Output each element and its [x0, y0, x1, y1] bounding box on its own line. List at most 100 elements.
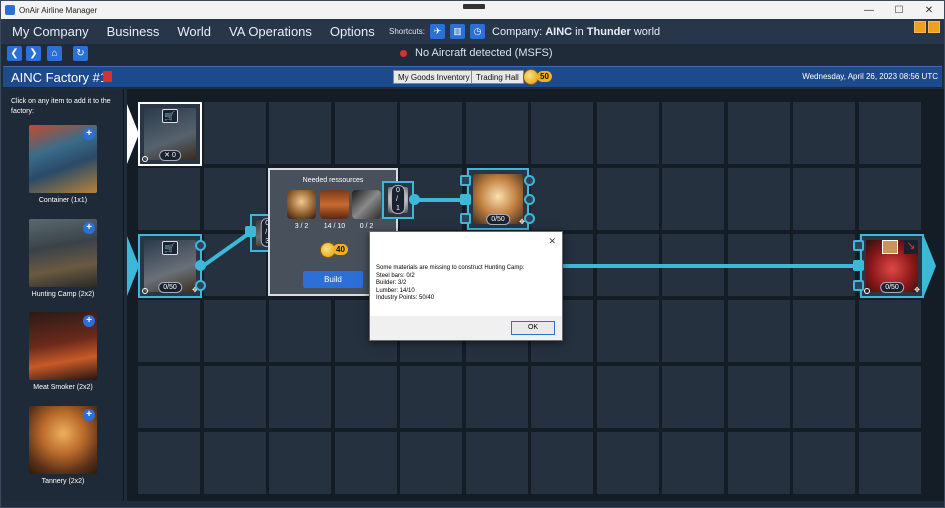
output-port[interactable]	[195, 260, 206, 271]
output-arrow	[924, 236, 936, 296]
gear-icon[interactable]	[864, 288, 870, 294]
node-count: 0/50	[158, 282, 182, 293]
menu-business[interactable]: Business	[98, 19, 169, 44]
sell-arrow-icon: ↘	[904, 240, 918, 254]
connector-line	[201, 230, 253, 268]
menu-options[interactable]: Options	[321, 19, 384, 44]
company-in-text: in	[575, 25, 584, 38]
home-icon[interactable]: ⌂	[47, 46, 62, 61]
company-prefix: Company:	[492, 25, 543, 38]
resources-title: Needed ressources	[302, 177, 364, 184]
palette-item-hunting-camp[interactable]: + Hunting Camp (2x2)	[29, 219, 97, 298]
palette-item-label: Meat Smoker (2x2)	[33, 384, 93, 391]
palette-item-label: Tannery (2x2)	[41, 478, 85, 485]
palette-item-label: Hunting Camp (2x2)	[31, 291, 95, 298]
palette-item-tannery[interactable]: + Tannery (2x2)	[29, 406, 97, 485]
status-dot-icon	[400, 49, 407, 57]
missing-materials-dialog: ✕ Some materials are missing to construc…	[369, 231, 563, 341]
close-window-button[interactable]: ✕	[914, 1, 944, 19]
world-name: Thunder	[586, 25, 631, 38]
dialog-line: Industry Points: 50/40	[376, 295, 435, 301]
factory-title: AINC Factory #1	[11, 70, 108, 85]
lumber-count: 14 / 10	[323, 223, 346, 230]
input-port[interactable]	[853, 240, 864, 251]
industry-points-badge: 50	[537, 71, 552, 82]
output-port[interactable]	[409, 194, 420, 205]
palette-item-container[interactable]: + Container (1x1)	[29, 125, 97, 204]
dialog-close-icon[interactable]: ✕	[548, 236, 556, 247]
gear-icon[interactable]	[142, 156, 148, 162]
pelt-node[interactable]: 0/50 ✥	[467, 168, 529, 230]
goods-inventory-button[interactable]: My Goods Inventory	[393, 70, 475, 84]
dialog-line: Some materials are missing to construct …	[376, 265, 525, 271]
corner-button-1[interactable]	[914, 21, 926, 33]
world-suffix: world	[633, 25, 661, 38]
output-port[interactable]	[195, 280, 206, 291]
back-button[interactable]: ❮	[7, 46, 22, 61]
palette-item-label: Container (1x1)	[38, 197, 88, 204]
shortcut-clock-icon[interactable]: ◷	[470, 24, 486, 39]
hunting-camp-icon: +	[29, 219, 97, 287]
meat-node[interactable]: ↘ 0/50 ✥	[860, 234, 924, 298]
input-port[interactable]	[460, 175, 471, 186]
trading-hall-button[interactable]: Trading Hall	[471, 70, 524, 84]
lumber-icon	[320, 190, 349, 219]
gear-icon[interactable]	[142, 288, 148, 294]
tannery-icon: +	[29, 406, 97, 474]
add-icon[interactable]: +	[83, 315, 95, 327]
status-text: No Aircraft detected (MSFS)	[415, 47, 553, 59]
add-icon[interactable]: +	[83, 409, 95, 421]
refresh-icon[interactable]: ↻	[73, 46, 88, 61]
output-port[interactable]	[524, 213, 535, 224]
container-node-top[interactable]: 🛒 ✕ 0	[138, 102, 202, 166]
build-button[interactable]: Build	[303, 271, 363, 288]
corner-button-2[interactable]	[928, 21, 940, 33]
dialog-line: Steel bars: 0/2	[376, 272, 415, 279]
menu-world[interactable]: World	[168, 19, 220, 44]
output-port[interactable]	[195, 240, 206, 251]
minimize-button[interactable]: —	[854, 1, 884, 19]
window-title: OnAir Airline Manager	[19, 5, 98, 15]
add-icon[interactable]: +	[83, 222, 95, 234]
output-port[interactable]	[524, 175, 535, 186]
input-port[interactable]	[460, 194, 471, 205]
menu-my-company[interactable]: My Company	[1, 19, 98, 44]
drag-handle[interactable]	[463, 4, 485, 9]
trash-icon[interactable]	[103, 71, 112, 82]
item-palette: Click on any item to add it to the facto…	[3, 89, 124, 501]
shortcuts-label: Shortcuts:	[389, 27, 426, 36]
add-icon[interactable]: +	[83, 128, 95, 140]
app-logo-icon	[5, 5, 15, 15]
input-port[interactable]	[245, 226, 256, 237]
steel-bars-count: 0 / 2	[359, 223, 374, 230]
input-port[interactable]	[853, 260, 864, 271]
builder-count: 3 / 2	[294, 223, 309, 230]
dialog-message: Some materials are missing to construct …	[376, 265, 524, 303]
output-port[interactable]	[524, 194, 535, 205]
cart-icon: 🛒	[162, 109, 178, 123]
move-icon[interactable]: ✥	[914, 287, 920, 294]
maximize-button[interactable]: ☐	[884, 1, 914, 19]
cart-icon: 🛒	[162, 241, 178, 255]
input-port[interactable]	[460, 213, 471, 224]
container-icon: +	[29, 125, 97, 193]
node-count: ✕ 0	[159, 150, 181, 161]
title-bar: OnAir Airline Manager — ☐ ✕	[1, 1, 944, 19]
shortcut-flight-icon[interactable]: ✈	[430, 24, 446, 39]
palette-item-meat-smoker[interactable]: + Meat Smoker (2x2)	[29, 312, 97, 391]
datetime: Wednesday, April 26, 2023 08:56 UTC	[802, 72, 938, 81]
menu-va-operations[interactable]: VA Operations	[220, 19, 321, 44]
shortcut-map-icon[interactable]: ▥	[450, 24, 466, 39]
palette-hint: Click on any item to add it to the facto…	[11, 98, 111, 115]
sim-status: No Aircraft detected (MSFS)	[400, 47, 553, 59]
required-points-badge: 40	[333, 244, 348, 255]
company-info: Company: AINC in Thunder world	[492, 26, 660, 38]
container-node-left[interactable]: 🛒 0/50 ✥	[138, 234, 202, 298]
ok-button[interactable]: OK	[511, 321, 555, 335]
corner-buttons	[914, 21, 940, 33]
nav-bar: ❮ ❯ ⌂ ↻ No Aircraft detected (MSFS)	[1, 44, 944, 64]
builder-icon	[287, 190, 316, 219]
steel-bars-icon	[352, 190, 381, 219]
input-port[interactable]	[853, 280, 864, 291]
forward-button[interactable]: ❯	[26, 46, 41, 61]
